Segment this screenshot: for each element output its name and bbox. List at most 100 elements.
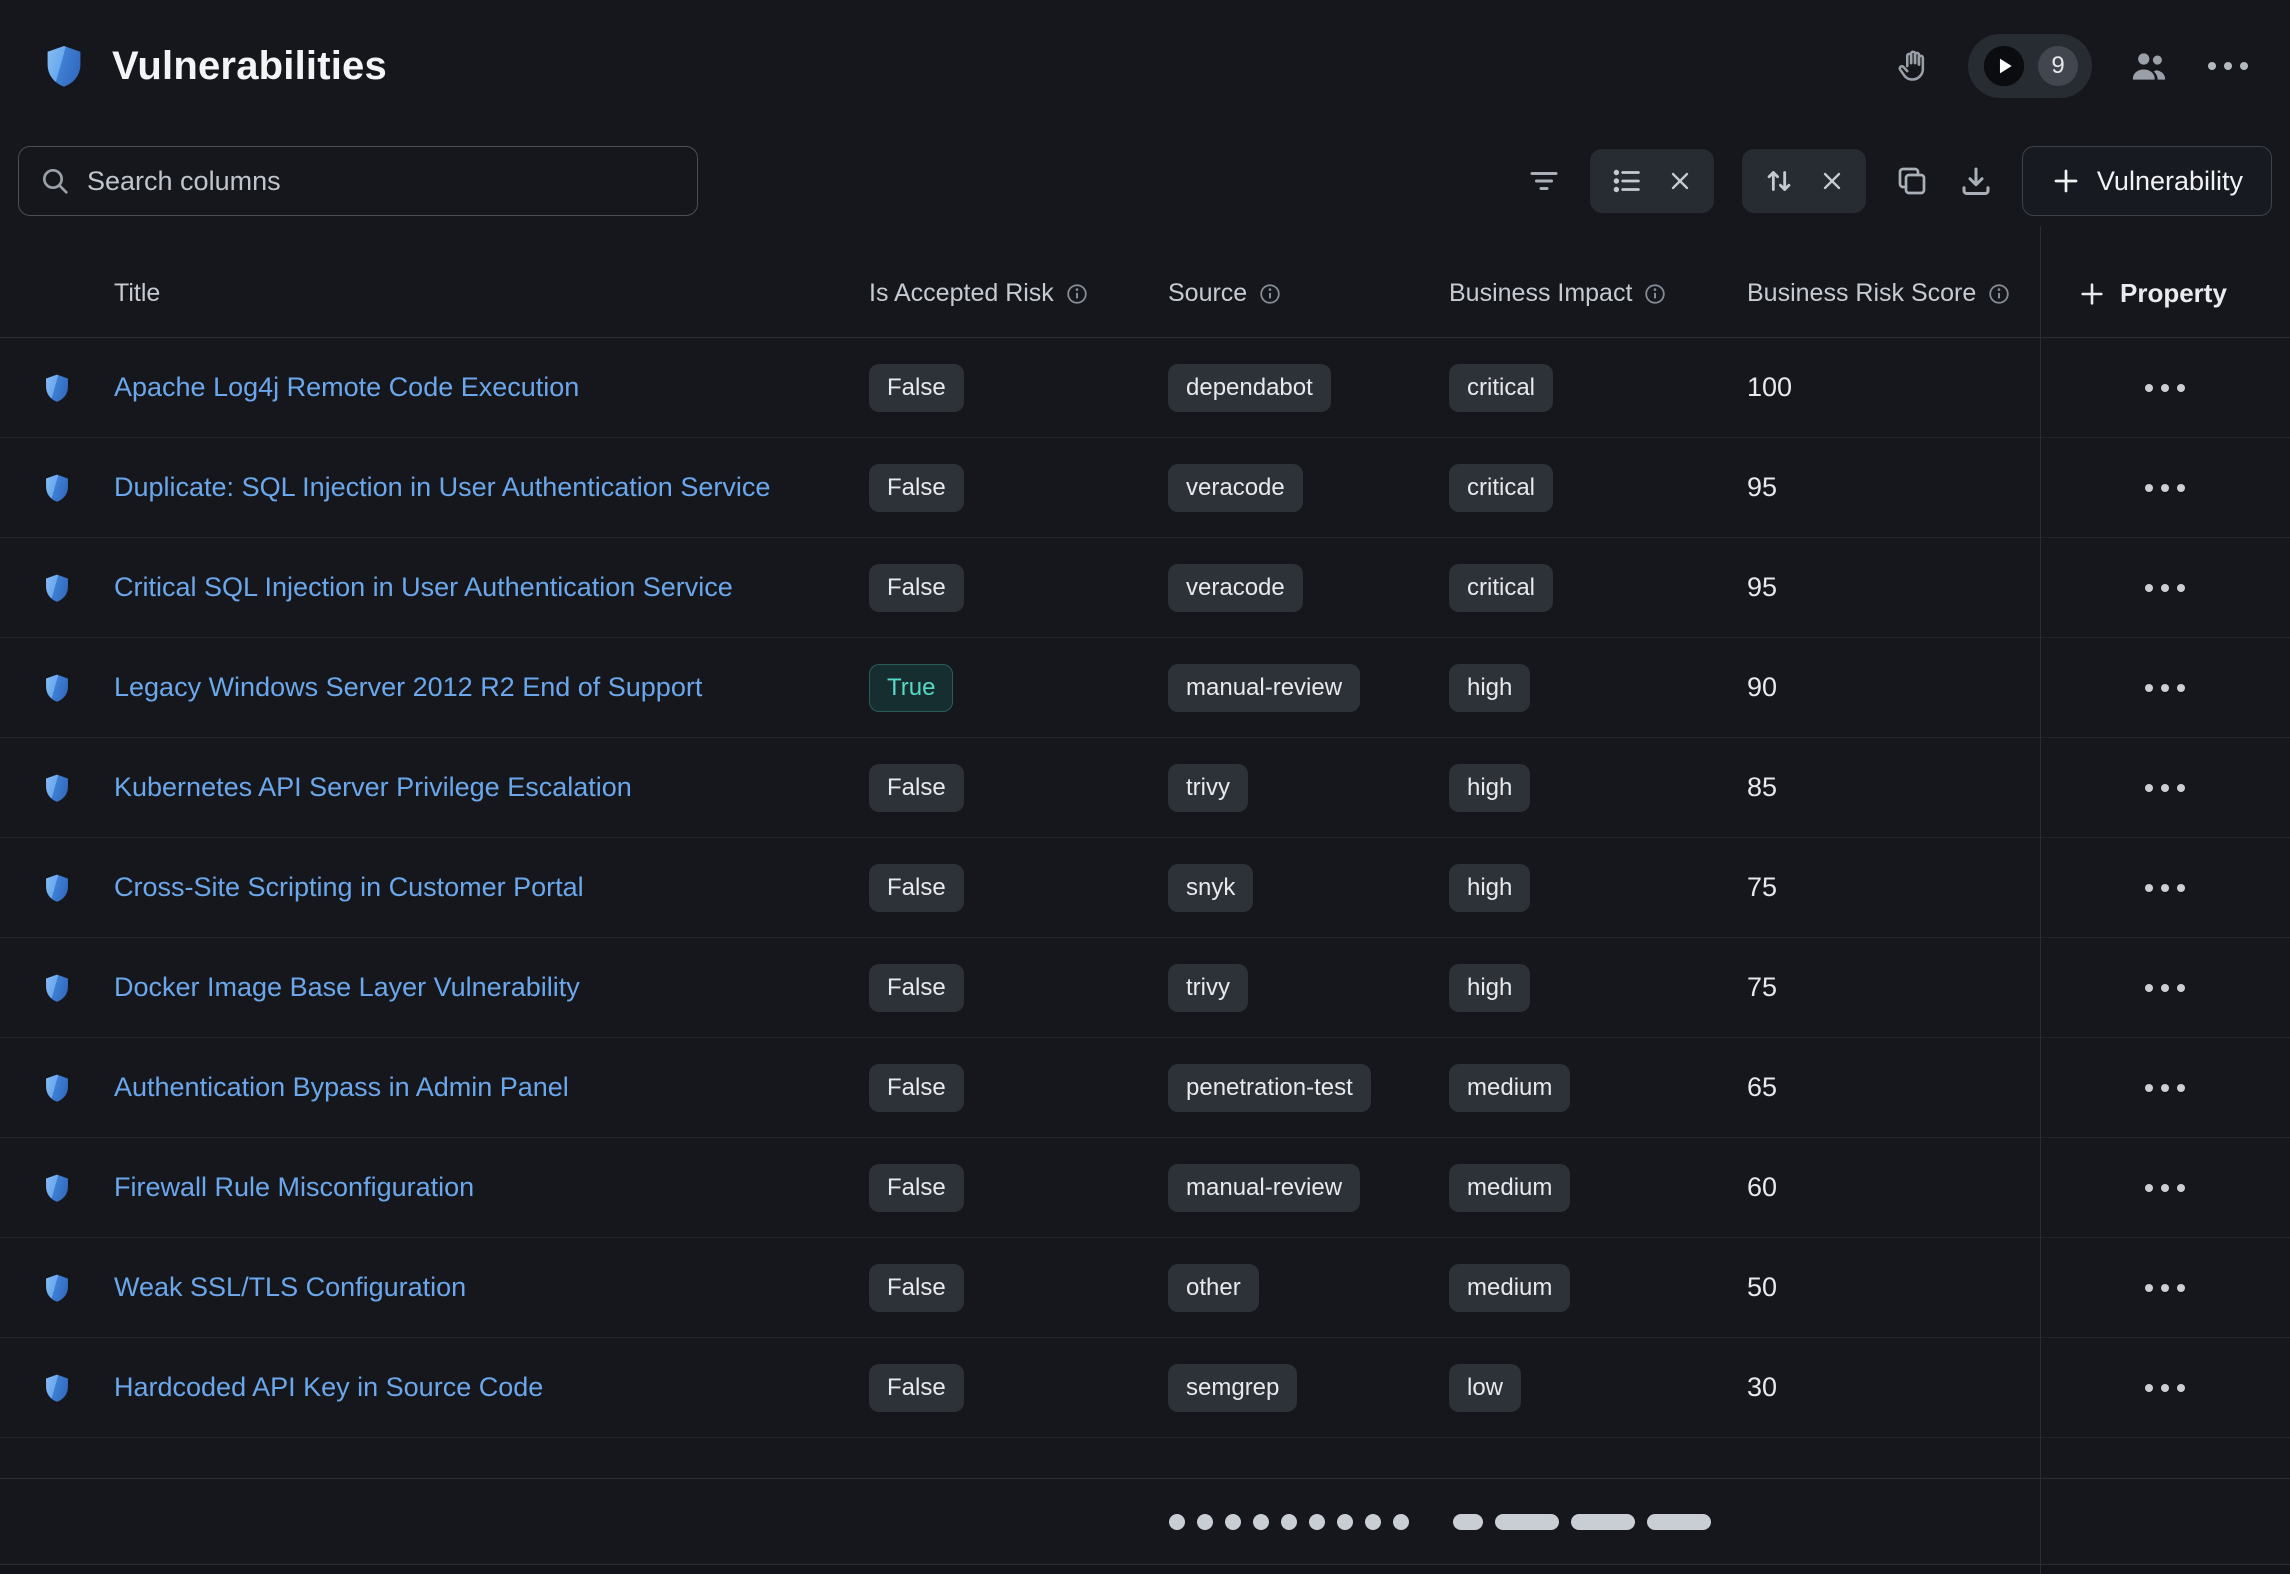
cell-accepted-risk: False	[869, 464, 1168, 512]
business-risk-score-value: 65	[1747, 1072, 1777, 1102]
cell-business-impact: critical	[1449, 464, 1747, 512]
cell-business-risk-score: 65	[1747, 1072, 2040, 1103]
list-view-icon[interactable]	[1610, 164, 1644, 198]
row-actions-button[interactable]	[2134, 672, 2196, 704]
column-label: Business Impact	[1449, 279, 1632, 308]
row-actions-button[interactable]	[2134, 972, 2196, 1004]
cell-business-impact: medium	[1449, 1264, 1747, 1312]
row-actions-button[interactable]	[2134, 1072, 2196, 1104]
vulnerability-title-link[interactable]: Cross-Site Scripting in Customer Portal	[114, 872, 584, 902]
skeleton-dot	[1281, 1514, 1297, 1530]
download-icon[interactable]	[1958, 163, 1994, 199]
cell-business-impact: low	[1449, 1364, 1747, 1412]
row-actions-button[interactable]	[2134, 472, 2196, 504]
accepted-risk-badge: False	[869, 864, 964, 912]
clear-group-by-icon[interactable]	[1666, 167, 1694, 195]
source-badge: veracode	[1168, 464, 1303, 512]
row-actions-button[interactable]	[2134, 372, 2196, 404]
run-count-badge: 9	[2038, 46, 2078, 86]
filter-icon[interactable]	[1526, 163, 1562, 199]
info-icon[interactable]	[1066, 283, 1088, 305]
row-actions-button[interactable]	[2134, 572, 2196, 604]
cell-business-impact: medium	[1449, 1164, 1747, 1212]
row-actions-button[interactable]	[2134, 772, 2196, 804]
source-badge: trivy	[1168, 964, 1248, 1012]
property-column-divider	[2040, 226, 2041, 1574]
vulnerability-title-link[interactable]: Hardcoded API Key in Source Code	[114, 1372, 543, 1402]
page-title: Vulnerabilities	[112, 44, 387, 89]
cell-source: snyk	[1168, 864, 1449, 912]
info-icon[interactable]	[1259, 283, 1281, 305]
users-icon[interactable]	[2128, 45, 2170, 87]
row-shield-icon	[0, 1072, 114, 1104]
cell-business-impact: high	[1449, 964, 1747, 1012]
table-row: Cross-Site Scripting in Customer Portal …	[0, 838, 2290, 938]
source-badge: dependabot	[1168, 364, 1331, 412]
runs-button[interactable]: 9	[1968, 34, 2092, 98]
sort-icon[interactable]	[1762, 164, 1796, 198]
info-icon[interactable]	[1988, 283, 2010, 305]
hand-icon[interactable]	[1896, 48, 1932, 84]
skeleton-pill	[1647, 1514, 1711, 1530]
column-label: Is Accepted Risk	[869, 279, 1054, 308]
info-icon[interactable]	[1644, 283, 1666, 305]
cell-title: Duplicate: SQL Injection in User Authent…	[114, 472, 869, 503]
accepted-risk-badge: False	[869, 1164, 964, 1212]
business-risk-score-value: 50	[1747, 1272, 1777, 1302]
cell-accepted-risk: False	[869, 364, 1168, 412]
cell-title: Docker Image Base Layer Vulnerability	[114, 972, 869, 1003]
table-row: Kubernetes API Server Privilege Escalati…	[0, 738, 2290, 838]
cell-source: manual-review	[1168, 664, 1449, 712]
cell-actions	[2040, 372, 2290, 404]
app-shield-logo-icon	[40, 42, 88, 90]
skeleton-dot	[1225, 1514, 1241, 1530]
row-actions-button[interactable]	[2134, 1172, 2196, 1204]
row-shield-icon	[0, 1272, 114, 1304]
search-input[interactable]	[87, 166, 677, 197]
cell-source: trivy	[1168, 764, 1449, 812]
more-options-icon[interactable]	[2206, 60, 2250, 72]
row-actions-button[interactable]	[2134, 1372, 2196, 1404]
skeleton-dot	[1337, 1514, 1353, 1530]
cell-business-risk-score: 50	[1747, 1272, 2040, 1303]
column-label: Source	[1168, 279, 1247, 308]
row-actions-button[interactable]	[2134, 1272, 2196, 1304]
vulnerability-title-link[interactable]: Duplicate: SQL Injection in User Authent…	[114, 472, 770, 502]
table-row: Hardcoded API Key in Source Code False s…	[0, 1338, 2290, 1438]
vulnerability-title-link[interactable]: Legacy Windows Server 2012 R2 End of Sup…	[114, 672, 702, 702]
add-vulnerability-button[interactable]: Vulnerability	[2022, 146, 2272, 216]
vulnerability-title-link[interactable]: Weak SSL/TLS Configuration	[114, 1272, 466, 1302]
cell-accepted-risk: False	[869, 1264, 1168, 1312]
search-icon	[39, 165, 71, 197]
vulnerability-title-link[interactable]: Firewall Rule Misconfiguration	[114, 1172, 474, 1202]
business-impact-badge: medium	[1449, 1164, 1570, 1212]
cell-business-impact: medium	[1449, 1064, 1747, 1112]
cell-business-impact: critical	[1449, 364, 1747, 412]
vulnerability-title-link[interactable]: Docker Image Base Layer Vulnerability	[114, 972, 580, 1002]
row-actions-button[interactable]	[2134, 872, 2196, 904]
vulnerability-title-link[interactable]: Kubernetes API Server Privilege Escalati…	[114, 772, 632, 802]
cell-business-risk-score: 100	[1747, 372, 2040, 403]
add-property-button[interactable]: Property	[2040, 278, 2227, 309]
cell-actions	[2040, 772, 2290, 804]
business-risk-score-value: 95	[1747, 572, 1777, 602]
skeleton-dot	[1253, 1514, 1269, 1530]
clear-sort-icon[interactable]	[1818, 167, 1846, 195]
skeleton-dot	[1365, 1514, 1381, 1530]
business-impact-badge: high	[1449, 664, 1530, 712]
vulnerability-title-link[interactable]: Authentication Bypass in Admin Panel	[114, 1072, 569, 1102]
cell-title: Apache Log4j Remote Code Execution	[114, 372, 869, 403]
cell-source: veracode	[1168, 464, 1449, 512]
cell-title: Kubernetes API Server Privilege Escalati…	[114, 772, 869, 803]
accepted-risk-badge: False	[869, 1064, 964, 1112]
vulnerability-title-link[interactable]: Critical SQL Injection in User Authentic…	[114, 572, 733, 602]
business-impact-badge: critical	[1449, 464, 1553, 512]
copy-icon[interactable]	[1894, 163, 1930, 199]
cell-business-risk-score: 90	[1747, 672, 2040, 703]
row-shield-icon	[0, 372, 114, 404]
vulnerability-title-link[interactable]: Apache Log4j Remote Code Execution	[114, 372, 579, 402]
column-header-title: Title	[114, 279, 869, 308]
skeleton-dot	[1393, 1514, 1409, 1530]
source-badge: other	[1168, 1264, 1259, 1312]
cell-business-risk-score: 30	[1747, 1372, 2040, 1403]
